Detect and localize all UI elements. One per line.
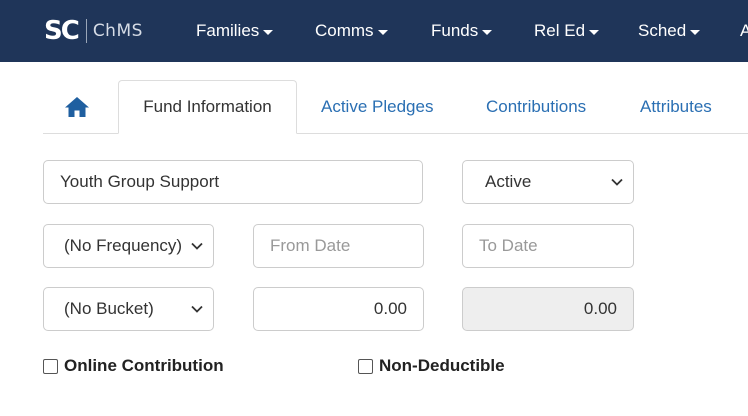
non-deductible-checkbox[interactable] xyxy=(358,358,373,374)
nav-sched-label: Sched xyxy=(638,21,687,40)
caret-down-icon xyxy=(482,29,493,35)
bucket-select[interactable]: (No Bucket) xyxy=(43,287,214,331)
home-icon xyxy=(65,97,89,117)
status-value: Active xyxy=(485,172,532,191)
tab-active-pledges[interactable]: Active Pledges xyxy=(321,80,433,134)
caret-down-icon xyxy=(690,29,701,35)
non-deductible-option[interactable]: Non-Deductible xyxy=(358,356,505,376)
status-select[interactable]: Active xyxy=(462,160,634,204)
total-readonly-field: 0.00 xyxy=(462,287,634,331)
total-value: 0.00 xyxy=(583,299,617,318)
online-contribution-label: Online Contribution xyxy=(64,356,224,375)
non-deductible-label: Non-Deductible xyxy=(379,356,505,375)
nav-families[interactable]: Families xyxy=(196,0,274,62)
logo-text: ChMS xyxy=(92,21,143,41)
nav-sched[interactable]: Sched xyxy=(638,0,701,62)
fund-name-value: Youth Group Support xyxy=(60,172,220,191)
amount-input[interactable]: 0.00 xyxy=(253,287,424,331)
to-date-placeholder: To Date xyxy=(479,236,538,255)
fund-name-input[interactable]: Youth Group Support xyxy=(43,160,423,204)
tab-fund-information-label: Fund Information xyxy=(143,97,272,116)
tab-contributions-label: Contributions xyxy=(486,97,587,116)
nav-funds[interactable]: Funds xyxy=(431,0,493,62)
online-contribution-checkbox[interactable] xyxy=(43,358,58,374)
nav-comms-label: Comms xyxy=(315,21,374,40)
tab-home[interactable] xyxy=(60,92,94,122)
caret-down-icon xyxy=(589,29,600,35)
logo-divider xyxy=(85,19,87,43)
chevron-down-icon xyxy=(191,305,203,313)
logo-mark: SC xyxy=(44,16,80,46)
tab-contributions[interactable]: Contributions xyxy=(486,80,586,134)
frequency-value: (No Frequency) xyxy=(64,236,182,255)
caret-down-icon xyxy=(377,29,388,35)
to-date-input[interactable]: To Date xyxy=(462,224,634,268)
app-logo[interactable]: SC ChMS xyxy=(44,17,143,45)
nav-truncated-label: A xyxy=(740,21,748,40)
chevron-down-icon xyxy=(191,242,203,250)
nav-truncated[interactable]: A xyxy=(740,0,748,62)
tab-attributes-label: Attributes xyxy=(640,97,712,116)
bucket-value: (No Bucket) xyxy=(64,299,154,318)
from-date-input[interactable]: From Date xyxy=(253,224,424,268)
online-contribution-option[interactable]: Online Contribution xyxy=(43,356,224,376)
from-date-placeholder: From Date xyxy=(270,236,351,255)
nav-rel-ed-label: Rel Ed xyxy=(534,21,586,40)
nav-funds-label: Funds xyxy=(431,21,479,40)
chevron-down-icon xyxy=(611,178,623,186)
caret-down-icon xyxy=(263,29,274,35)
tab-active-pledges-label: Active Pledges xyxy=(321,97,434,116)
tab-attributes[interactable]: Attributes xyxy=(640,80,712,134)
nav-families-label: Families xyxy=(196,21,260,40)
amount-value: 0.00 xyxy=(373,299,407,318)
nav-comms[interactable]: Comms xyxy=(315,0,388,62)
frequency-select[interactable]: (No Frequency) xyxy=(43,224,214,268)
tab-fund-information[interactable]: Fund Information xyxy=(118,80,297,134)
nav-rel-ed[interactable]: Rel Ed xyxy=(534,0,600,62)
top-navbar: SC ChMS Families Comms Funds Rel Ed Sche… xyxy=(0,0,748,62)
